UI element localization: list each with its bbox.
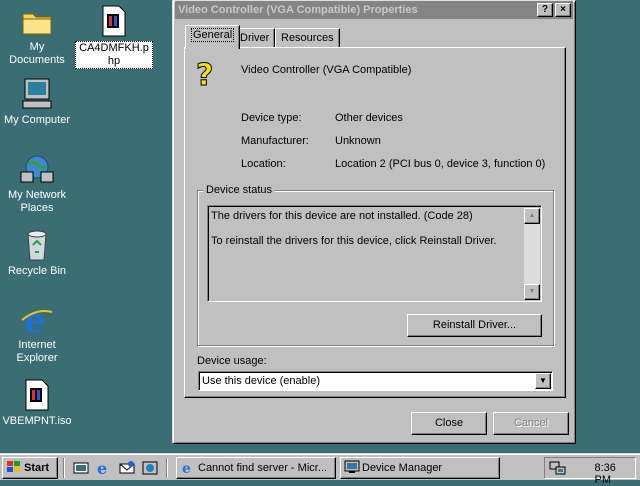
show-desktop-icon[interactable] bbox=[73, 460, 89, 476]
tab-label: Driver bbox=[240, 32, 270, 44]
status-line: The drivers for this device are not inst… bbox=[211, 210, 473, 222]
device-type-value: Other devices bbox=[335, 112, 403, 124]
desktop-icon-recycle-bin[interactable]: Recycle Bin bbox=[0, 228, 74, 278]
cancel-button: Cancel bbox=[493, 412, 569, 435]
network-icon bbox=[20, 152, 54, 186]
reinstall-driver-button[interactable]: Reinstall Driver... bbox=[407, 314, 542, 337]
folder-icon bbox=[20, 4, 54, 38]
windows-logo-icon bbox=[7, 461, 20, 473]
internet-explorer-icon: e bbox=[182, 461, 191, 474]
taskbar-task-browser[interactable]: e Cannot find server - Micr... bbox=[176, 457, 336, 479]
tab-driver[interactable]: Driver bbox=[234, 28, 276, 48]
start-button[interactable]: Start bbox=[2, 457, 58, 479]
desktop-icon-my-computer[interactable]: My Computer bbox=[0, 77, 74, 127]
system-tray: 8:36 PM bbox=[544, 457, 636, 486]
properties-dialog: Video Controller (VGA Compatible) Proper… bbox=[172, 0, 576, 444]
media-file-icon bbox=[20, 378, 54, 412]
tab-general[interactable]: General bbox=[185, 25, 241, 49]
device-name: Video Controller (VGA Compatible) bbox=[241, 64, 412, 76]
manufacturer-value: Unknown bbox=[335, 135, 381, 147]
task-label: Cannot find server - Micr... bbox=[198, 462, 327, 474]
device-manager-icon bbox=[344, 460, 360, 474]
svg-text:e: e bbox=[182, 461, 191, 474]
svg-text:e: e bbox=[24, 302, 46, 336]
start-label: Start bbox=[24, 462, 50, 474]
device-status-label: Device status bbox=[203, 184, 276, 196]
dialog-titlebar[interactable]: Video Controller (VGA Compatible) Proper… bbox=[175, 1, 573, 19]
desktop-icon-label: My Computer bbox=[3, 114, 71, 126]
desktop-icon-my-documents[interactable]: My Documents bbox=[0, 4, 74, 67]
status-scrollbar[interactable]: ▲ ▼ bbox=[524, 208, 540, 300]
media-player-icon[interactable] bbox=[142, 460, 158, 476]
clock[interactable]: 8:36 PM bbox=[595, 462, 622, 486]
desktop-icon-label: My Network Places bbox=[7, 189, 67, 214]
internet-explorer-icon[interactable]: e bbox=[96, 460, 112, 476]
desktop-icon-label: Internet Explorer bbox=[16, 339, 58, 364]
unknown-device-icon: ? bbox=[196, 58, 214, 92]
outlook-express-icon[interactable] bbox=[119, 460, 135, 476]
desktop-icon-php-file[interactable]: CA4DMFKH.php bbox=[74, 4, 154, 69]
desktop-icon-label: CA4DMFKH.php bbox=[75, 41, 153, 69]
taskbar-task-device-manager[interactable]: Device Manager bbox=[340, 457, 500, 479]
location-label: Location: bbox=[241, 158, 286, 170]
tab-label: Resources bbox=[281, 32, 334, 44]
network-connection-icon[interactable] bbox=[549, 460, 567, 476]
desktop-icon-label: VBEMPNT.iso bbox=[2, 415, 72, 427]
device-usage-select[interactable]: Use this device (enable) ▼ bbox=[198, 371, 553, 391]
computer-icon bbox=[20, 77, 54, 111]
dialog-title: Video Controller (VGA Compatible) Proper… bbox=[178, 4, 418, 16]
help-button[interactable]: ? bbox=[537, 3, 553, 17]
svg-text:?: ? bbox=[196, 58, 213, 91]
taskbar-separator bbox=[166, 458, 168, 478]
scroll-down-icon[interactable]: ▼ bbox=[524, 284, 540, 300]
desktop-icon-iso-file[interactable]: VBEMPNT.iso bbox=[0, 378, 74, 428]
close-button[interactable]: Close bbox=[411, 412, 487, 435]
chevron-down-icon[interactable]: ▼ bbox=[535, 373, 551, 389]
svg-text:e: e bbox=[97, 460, 107, 476]
desktop-icon-internet-explorer[interactable]: e Internet Explorer bbox=[0, 301, 74, 365]
status-line: To reinstall the drivers for this device… bbox=[211, 235, 497, 247]
taskbar: Start e e Cannot find server - Micr... De… bbox=[0, 453, 640, 486]
media-file-icon bbox=[97, 4, 131, 38]
desktop-icon-label: Recycle Bin bbox=[7, 265, 67, 277]
location-value: Location 2 (PCI bus 0, device 3, functio… bbox=[335, 158, 546, 170]
device-status-textbox[interactable]: The drivers for this device are not inst… bbox=[207, 205, 542, 302]
tab-label: General bbox=[191, 28, 235, 42]
tab-resources[interactable]: Resources bbox=[275, 28, 340, 48]
manufacturer-label: Manufacturer: bbox=[241, 135, 309, 147]
scroll-up-icon[interactable]: ▲ bbox=[524, 208, 540, 224]
desktop-icon-label: My Documents bbox=[9, 41, 65, 66]
task-label: Device Manager bbox=[362, 462, 443, 474]
desktop-icon-network-places[interactable]: My Network Places bbox=[0, 152, 74, 215]
recycle-bin-icon bbox=[20, 228, 54, 262]
device-type-label: Device type: bbox=[241, 112, 302, 124]
internet-explorer-icon: e bbox=[20, 301, 54, 341]
close-window-button[interactable]: × bbox=[555, 3, 571, 17]
taskbar-separator bbox=[63, 458, 65, 478]
device-usage-value: Use this device (enable) bbox=[202, 375, 321, 387]
device-usage-label: Device usage: bbox=[197, 355, 267, 367]
